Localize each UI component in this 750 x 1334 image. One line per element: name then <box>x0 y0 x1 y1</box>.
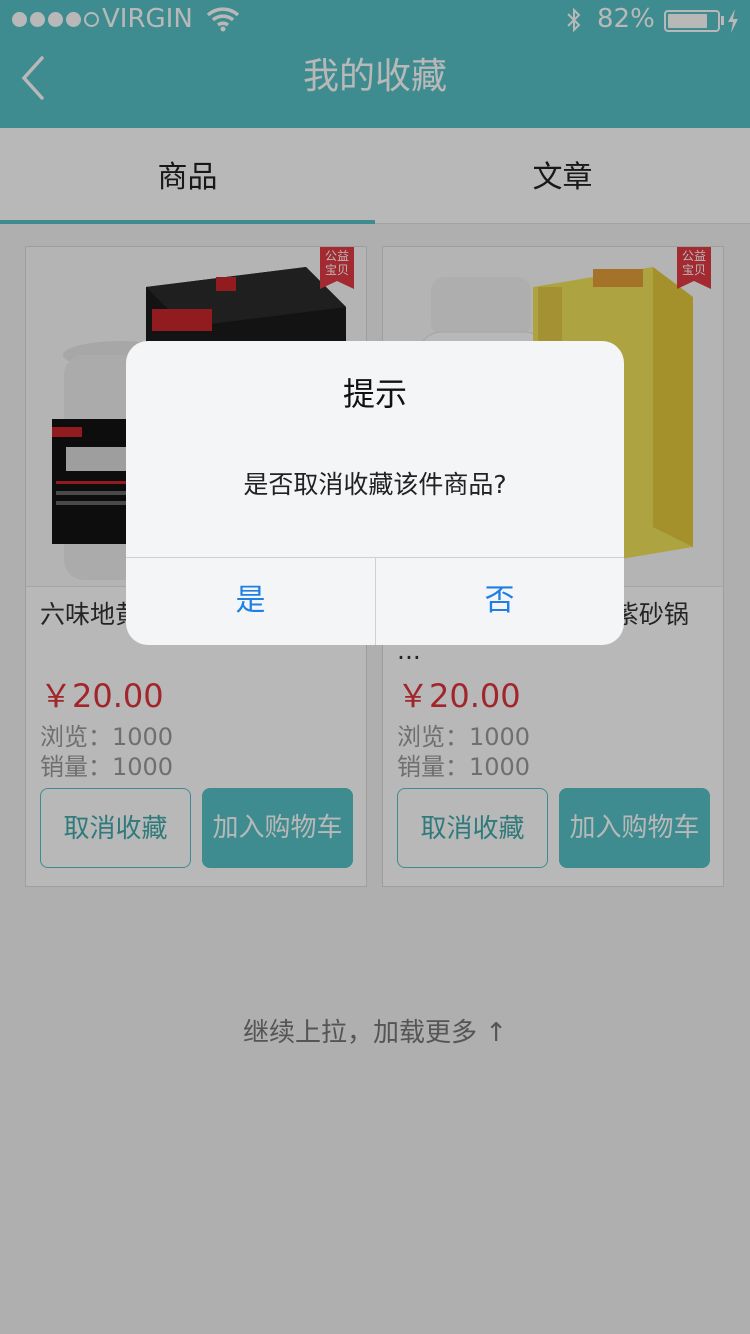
dialog-title: 提示 <box>342 375 407 413</box>
confirm-yes-button[interactable]: 是 <box>126 557 375 645</box>
dialog-message: 是否取消收藏该件商品? <box>243 470 507 499</box>
confirm-no-button[interactable]: 否 <box>375 557 624 645</box>
modal-overlay[interactable] <box>0 0 750 1334</box>
confirm-dialog: 提示 是否取消收藏该件商品? 是 否 <box>126 341 624 645</box>
